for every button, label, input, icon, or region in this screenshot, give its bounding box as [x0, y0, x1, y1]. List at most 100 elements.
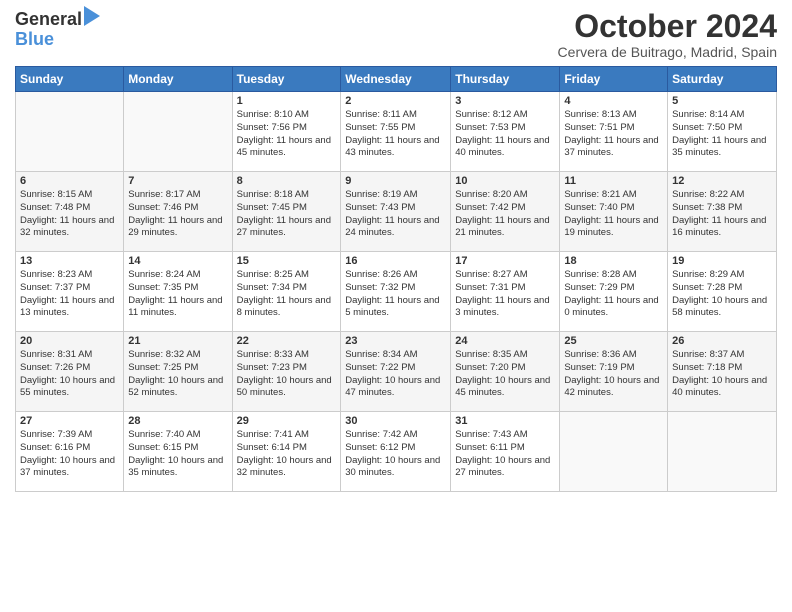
calendar-cell: 19 Sunrise: 8:29 AM Sunset: 7:28 PM Dayli… [668, 252, 777, 332]
day-number: 4 [564, 95, 663, 107]
calendar-cell: 11 Sunrise: 8:21 AM Sunset: 7:40 PM Dayli… [560, 172, 668, 252]
calendar-cell: 28Sunrise: 7:40 AM Sunset: 6:15 PM Dayli… [124, 412, 232, 492]
day-info: Sunrise: 8:20 AM Sunset: 7:42 PM Dayligh… [455, 189, 555, 240]
day-info: Sunrise: 8:25 AM Sunset: 7:34 PM Dayligh… [237, 269, 337, 320]
logo-general: General [15, 9, 82, 29]
day-number: 30 [345, 415, 446, 427]
day-number: 25 [564, 335, 663, 347]
day-info: Sunrise: 8:35 AM Sunset: 7:20 PM Dayligh… [455, 349, 555, 400]
day-info: Sunrise: 8:19 AM Sunset: 7:43 PM Dayligh… [345, 189, 446, 240]
calendar-body: 1 Sunrise: 8:10 AM Sunset: 7:56 PM Daylig… [16, 92, 777, 492]
logo-blue: Blue [15, 30, 100, 50]
calendar-cell: 31 Sunrise: 7:43 AM Sunset: 6:11 PM Dayli… [451, 412, 560, 492]
day-number: 14 [128, 255, 227, 267]
day-number: 20 [20, 335, 119, 347]
day-number: 31 [455, 415, 555, 427]
day-number: 7 [128, 175, 227, 187]
day-info: Sunrise: 8:13 AM Sunset: 7:51 PM Dayligh… [564, 109, 663, 160]
calendar-cell: 23Sunrise: 8:34 AM Sunset: 7:22 PM Dayli… [341, 332, 451, 412]
calendar-cell: 29Sunrise: 7:41 AM Sunset: 6:14 PM Dayli… [232, 412, 341, 492]
col-thursday: Thursday [451, 67, 560, 92]
month-title: October 2024 [558, 10, 777, 42]
calendar-cell: 8 Sunrise: 8:18 AM Sunset: 7:45 PM Daylig… [232, 172, 341, 252]
day-number: 13 [20, 255, 119, 267]
calendar-cell: 27 Sunrise: 7:39 AM Sunset: 6:16 PM Dayli… [16, 412, 124, 492]
day-info: Sunrise: 8:26 AM Sunset: 7:32 PM Dayligh… [345, 269, 446, 320]
day-number: 16 [345, 255, 446, 267]
day-info: Sunrise: 8:23 AM Sunset: 7:37 PM Dayligh… [20, 269, 119, 320]
logo-arrow-icon [84, 6, 100, 26]
day-number: 3 [455, 95, 555, 107]
day-info: Sunrise: 8:29 AM Sunset: 7:28 PM Dayligh… [672, 269, 772, 320]
calendar-cell: 1 Sunrise: 8:10 AM Sunset: 7:56 PM Daylig… [232, 92, 341, 172]
day-info: Sunrise: 8:22 AM Sunset: 7:38 PM Dayligh… [672, 189, 772, 240]
calendar-cell: 2Sunrise: 8:11 AM Sunset: 7:55 PM Daylig… [341, 92, 451, 172]
day-number: 17 [455, 255, 555, 267]
day-info: Sunrise: 8:33 AM Sunset: 7:23 PM Dayligh… [237, 349, 337, 400]
logo: General Blue [15, 10, 100, 50]
calendar-cell: 14 Sunrise: 8:24 AM Sunset: 7:35 PM Dayli… [124, 252, 232, 332]
calendar-cell: 18Sunrise: 8:28 AM Sunset: 7:29 PM Dayli… [560, 252, 668, 332]
calendar-cell: 24 Sunrise: 8:35 AM Sunset: 7:20 PM Dayli… [451, 332, 560, 412]
day-number: 11 [564, 175, 663, 187]
calendar-cell: 20 Sunrise: 8:31 AM Sunset: 7:26 PM Dayli… [16, 332, 124, 412]
day-info: Sunrise: 8:10 AM Sunset: 7:56 PM Dayligh… [237, 109, 337, 160]
calendar-week-row: 6 Sunrise: 8:15 AM Sunset: 7:48 PM Daylig… [16, 172, 777, 252]
calendar-week-row: 20 Sunrise: 8:31 AM Sunset: 7:26 PM Dayli… [16, 332, 777, 412]
col-friday: Friday [560, 67, 668, 92]
page-header: General Blue October 2024 Cervera de Bui… [15, 10, 777, 60]
day-number: 21 [128, 335, 227, 347]
day-number: 28 [128, 415, 227, 427]
day-info: Sunrise: 8:24 AM Sunset: 7:35 PM Dayligh… [128, 269, 227, 320]
calendar-cell: 21 Sunrise: 8:32 AM Sunset: 7:25 PM Dayli… [124, 332, 232, 412]
calendar-cell: 22 Sunrise: 8:33 AM Sunset: 7:23 PM Dayli… [232, 332, 341, 412]
calendar-week-row: 27 Sunrise: 7:39 AM Sunset: 6:16 PM Dayli… [16, 412, 777, 492]
calendar-cell: 10Sunrise: 8:20 AM Sunset: 7:42 PM Dayli… [451, 172, 560, 252]
day-number: 9 [345, 175, 446, 187]
day-number: 8 [237, 175, 337, 187]
location-subtitle: Cervera de Buitrago, Madrid, Spain [558, 44, 777, 60]
calendar-cell: 13 Sunrise: 8:23 AM Sunset: 7:37 PM Dayli… [16, 252, 124, 332]
day-number: 18 [564, 255, 663, 267]
calendar-cell: 4 Sunrise: 8:13 AM Sunset: 7:51 PM Daylig… [560, 92, 668, 172]
day-number: 27 [20, 415, 119, 427]
day-info: Sunrise: 8:36 AM Sunset: 7:19 PM Dayligh… [564, 349, 663, 400]
calendar-cell: 30 Sunrise: 7:42 AM Sunset: 6:12 PM Dayli… [341, 412, 451, 492]
day-number: 6 [20, 175, 119, 187]
day-number: 26 [672, 335, 772, 347]
day-number: 1 [237, 95, 337, 107]
calendar-cell [668, 412, 777, 492]
day-number: 19 [672, 255, 772, 267]
calendar-cell: 6 Sunrise: 8:15 AM Sunset: 7:48 PM Daylig… [16, 172, 124, 252]
page-container: General Blue October 2024 Cervera de Bui… [0, 0, 792, 502]
day-info: Sunrise: 8:18 AM Sunset: 7:45 PM Dayligh… [237, 189, 337, 240]
day-info: Sunrise: 8:27 AM Sunset: 7:31 PM Dayligh… [455, 269, 555, 320]
day-info: Sunrise: 7:43 AM Sunset: 6:11 PM Dayligh… [455, 429, 555, 480]
day-number: 22 [237, 335, 337, 347]
calendar-week-row: 13 Sunrise: 8:23 AM Sunset: 7:37 PM Dayli… [16, 252, 777, 332]
calendar-cell: 25 Sunrise: 8:36 AM Sunset: 7:19 PM Dayli… [560, 332, 668, 412]
calendar-cell: 7Sunrise: 8:17 AM Sunset: 7:46 PM Daylig… [124, 172, 232, 252]
col-saturday: Saturday [668, 67, 777, 92]
day-info: Sunrise: 8:32 AM Sunset: 7:25 PM Dayligh… [128, 349, 227, 400]
title-section: October 2024 Cervera de Buitrago, Madrid… [558, 10, 777, 60]
col-sunday: Sunday [16, 67, 124, 92]
calendar-cell: 17 Sunrise: 8:27 AM Sunset: 7:31 PM Dayli… [451, 252, 560, 332]
day-info: Sunrise: 7:39 AM Sunset: 6:16 PM Dayligh… [20, 429, 119, 480]
calendar-week-row: 1 Sunrise: 8:10 AM Sunset: 7:56 PM Daylig… [16, 92, 777, 172]
day-info: Sunrise: 8:21 AM Sunset: 7:40 PM Dayligh… [564, 189, 663, 240]
day-info: Sunrise: 8:15 AM Sunset: 7:48 PM Dayligh… [20, 189, 119, 240]
calendar-cell: 12 Sunrise: 8:22 AM Sunset: 7:38 PM Dayli… [668, 172, 777, 252]
day-number: 23 [345, 335, 446, 347]
day-info: Sunrise: 8:31 AM Sunset: 7:26 PM Dayligh… [20, 349, 119, 400]
day-info: Sunrise: 7:42 AM Sunset: 6:12 PM Dayligh… [345, 429, 446, 480]
calendar-cell: 3Sunrise: 8:12 AM Sunset: 7:53 PM Daylig… [451, 92, 560, 172]
day-number: 15 [237, 255, 337, 267]
calendar-cell [124, 92, 232, 172]
day-number: 5 [672, 95, 772, 107]
day-number: 24 [455, 335, 555, 347]
day-info: Sunrise: 7:41 AM Sunset: 6:14 PM Dayligh… [237, 429, 337, 480]
calendar-cell: 9 Sunrise: 8:19 AM Sunset: 7:43 PM Daylig… [341, 172, 451, 252]
day-number: 12 [672, 175, 772, 187]
day-info: Sunrise: 8:14 AM Sunset: 7:50 PM Dayligh… [672, 109, 772, 160]
